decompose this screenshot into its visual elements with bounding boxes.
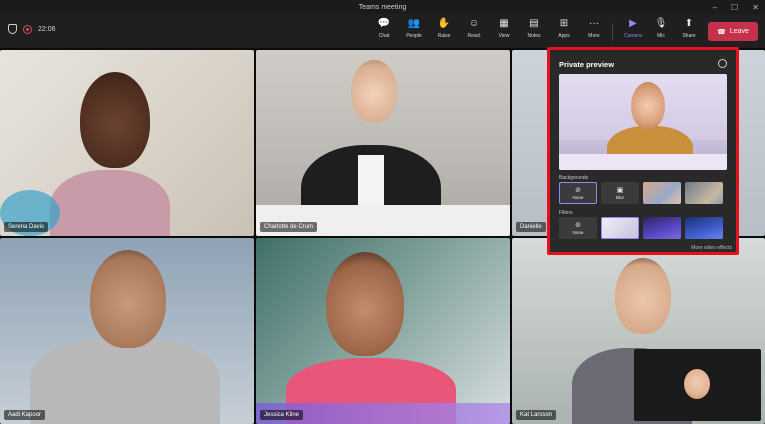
participant-name: Kat Larsson [516,410,557,420]
filter-none-option[interactable]: ⊘ None [559,217,597,239]
mic-label: Mic [657,33,665,39]
participant-face [90,250,166,348]
camera-preview [559,74,727,170]
participant-name: Charlotte de Crum [260,222,318,232]
participant-body [50,170,170,236]
participant-face [80,72,150,168]
video-tile-aadi[interactable]: Aadi Kapoor [0,238,254,424]
raise-hand-icon: ✋ [437,18,451,29]
video-tile-charlotte[interactable]: Charlotte de Crum [256,50,510,236]
camera-label: Camera [624,33,642,39]
filter-none-label: None [572,229,584,235]
minimize-icon[interactable]: – [713,3,717,12]
filter-wave-option[interactable] [643,217,681,239]
participant-name: Aadi Kapoor [4,410,46,420]
background-none-label: None [572,194,584,200]
preview-desk [559,154,727,170]
raise-hand-label: Raise [437,33,451,39]
background-blur-label: Blur [615,194,625,200]
more-icon: ··· [589,18,599,29]
share-button[interactable]: ⬆ Share [674,18,704,46]
participant-name: Jessica Kline [260,410,304,420]
recording-icon [23,24,32,34]
filter-frame-option[interactable] [601,217,639,239]
chat-label: Chat [378,33,390,39]
self-view[interactable] [634,349,761,421]
window-title: Teams meeting [358,3,407,11]
view-icon: ▦ [499,18,509,29]
meeting-timer: 22:06 [38,25,56,33]
notes-button[interactable]: ▤ Notes [519,18,549,46]
react-button[interactable]: ☺ React [459,18,489,46]
react-icon: ☺ [468,18,480,29]
self-avatar [684,369,710,399]
toolbar-divider [612,23,613,41]
leave-label: Leave [729,28,749,35]
meeting-toolbar: 22:06 💬 Chat 👥 People ✋ Raise ☺ React ▦ … [0,14,765,48]
mic-icon: 🎙 [654,18,668,29]
gear-icon[interactable] [718,59,727,68]
notes-label: Notes [527,33,541,39]
teams-meeting-window: Teams meeting – ☐ ✕ 22:06 💬 Chat 👥 Peopl… [0,0,765,424]
participant-face [351,60,397,122]
filter-options: ⊘ None [559,217,723,239]
background-options: ⊘ None ▣ Blur [559,182,723,204]
people-label: People [406,33,422,39]
participant-name: Serena Davis [4,222,49,232]
participant-name: Danielle [516,222,546,232]
participant-shirt [358,155,384,210]
people-icon: 👥 [407,18,421,29]
meeting-status: 22:06 [8,24,56,34]
close-icon[interactable]: ✕ [752,3,759,12]
raise-hand-button[interactable]: ✋ Raise [429,18,459,46]
blur-icon: ▣ [616,186,624,194]
more-button[interactable]: ··· More [579,18,609,46]
filters-label: Filters [559,210,573,216]
title-bar: Teams meeting – ☐ ✕ [0,0,765,14]
maximize-icon[interactable]: ☐ [731,3,738,12]
background-image-option[interactable] [643,182,681,204]
video-tile-jessica[interactable]: Jessica Kline [256,238,510,424]
none-icon: ⊘ [575,186,581,194]
react-label: React [467,33,481,39]
share-label: Share [682,33,696,39]
participant-face [326,252,404,356]
panel-title: Private preview [559,60,615,69]
background-blur-option[interactable]: ▣ Blur [601,182,639,204]
filter-gradient-option[interactable] [685,217,723,239]
participant-body [30,338,220,424]
apps-icon: ⊞ [559,18,569,29]
more-video-effects-link[interactable]: More video effects [691,245,732,251]
none-icon: ⊘ [575,221,581,229]
participant-face [615,258,671,334]
private-preview-panel: Private preview Backgrounds ⊘ None ▣ Blu… [547,47,739,255]
background-none-option[interactable]: ⊘ None [559,182,597,204]
view-label: View [498,33,510,39]
phone-hangup-icon: ☎ [717,28,726,36]
more-label: More [588,33,600,39]
video-tile-serena[interactable]: Serena Davis [0,50,254,236]
camera-button[interactable]: ▶ Camera [618,18,648,46]
leave-button[interactable]: ☎ Leave [708,22,758,41]
camera-icon: ▶ [629,18,637,29]
shield-icon[interactable] [8,24,17,34]
chat-button[interactable]: 💬 Chat [369,18,399,46]
apps-button[interactable]: ⊞ Apps [549,18,579,46]
people-button[interactable]: 👥 People [399,18,429,46]
chat-icon: 💬 [377,18,391,29]
background-image-option[interactable] [685,182,723,204]
mic-button[interactable]: 🎙 Mic [646,18,676,46]
share-icon: ⬆ [684,18,694,29]
backgrounds-label: Backgrounds [559,175,589,181]
apps-label: Apps [558,33,570,39]
notes-icon: ▤ [529,18,539,29]
preview-face [631,82,665,130]
window-controls: – ☐ ✕ [713,0,759,14]
view-button[interactable]: ▦ View [489,18,519,46]
